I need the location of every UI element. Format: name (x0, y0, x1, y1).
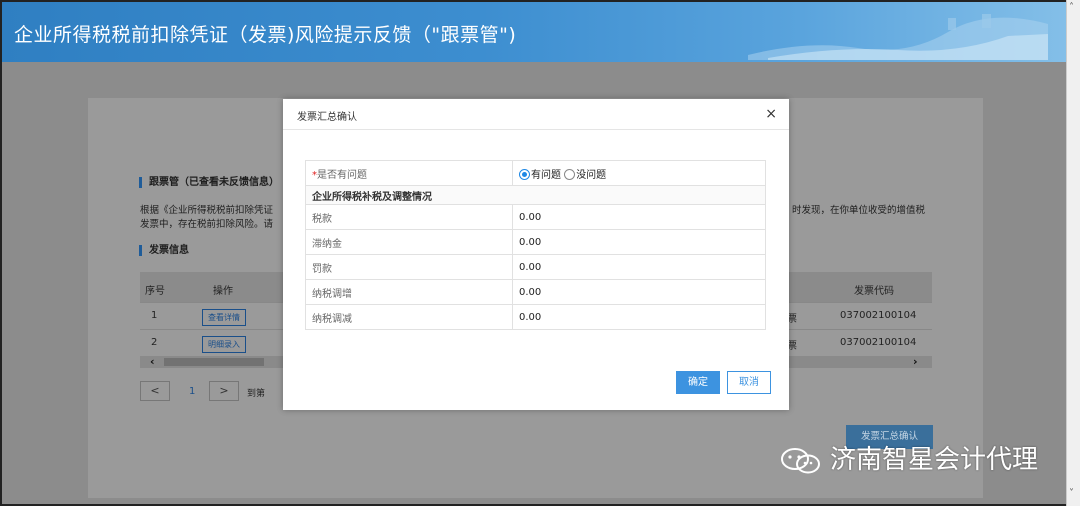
scroll-left-icon[interactable]: ‹ (150, 355, 155, 368)
page-title: 企业所得税税前扣除凭证（发票)风险提示反馈（"跟票管") (14, 24, 517, 46)
col-seq: 序号 (145, 286, 165, 297)
adjustment-form: *是否有问题 有问题 没问题 企业所得税补税及调整情况 税款 0.00 滞纳金 … (305, 160, 766, 330)
notice-text-right-1: 时发现，在你单位收受的增值税 (792, 205, 926, 216)
scroll-thumb[interactable] (164, 358, 264, 366)
field-label-increase: 纳税调增 (305, 279, 513, 305)
question-options: 有问题 没问题 (512, 160, 766, 186)
watermark-text: 济南智星会计代理 (830, 445, 1039, 475)
row-2-entry-button[interactable]: 明细录入 (202, 336, 246, 353)
row-2-seq: 2 (151, 337, 158, 348)
question-row: *是否有问题 有问题 没问题 (305, 160, 766, 186)
browser-frame: 企业所得税税前扣除凭证（发票)风险提示反馈（"跟票管") 跟票管（已查看未反馈信… (0, 0, 1080, 506)
radio-yes-icon[interactable] (519, 168, 530, 180)
confirm-button[interactable]: 确定 (676, 371, 720, 394)
close-icon[interactable]: × (765, 106, 777, 122)
field-label-decrease: 纳税调减 (305, 304, 513, 330)
section-label: 企业所得税补税及调整情况 (305, 185, 766, 205)
section-row: 企业所得税补税及调整情况 (305, 185, 766, 205)
dialog-header: 发票汇总确认 × (283, 99, 789, 130)
field-value-increase[interactable]: 0.00 (512, 279, 766, 305)
row-1-detail-button[interactable]: 查看详情 (202, 309, 246, 326)
invoice-summary-dialog: 发票汇总确认 × *是否有问题 有问题 没问题 企业所得税补税及调整情况 税款 … (283, 99, 789, 410)
scroll-down-icon[interactable]: ˅ (1069, 488, 1074, 499)
field-label-tax: 税款 (305, 204, 513, 230)
field-label-late-fee: 滞纳金 (305, 229, 513, 255)
question-text: 是否有问题 (317, 169, 367, 181)
field-value-tax[interactable]: 0.00 (512, 204, 766, 230)
cancel-button[interactable]: 取消 (727, 371, 771, 394)
notice-text-left-1: 根据《企业所得税税前扣除凭证 (140, 205, 274, 216)
pager-prev-button[interactable]: < (140, 381, 170, 401)
scroll-up-icon[interactable]: ˄ (1069, 2, 1074, 13)
field-row: 税款 0.00 (305, 204, 766, 230)
field-row: 滞纳金 0.00 (305, 229, 766, 255)
header-banner: 企业所得税税前扣除凭证（发票)风险提示反馈（"跟票管") (2, 2, 1068, 62)
row-2-code: 037002100104 (840, 337, 917, 348)
notice-text-left-2: 发票中，存在税前扣除风险。请 (140, 219, 274, 230)
scroll-right-icon[interactable]: › (913, 355, 918, 368)
dialog-title: 发票汇总确认 (297, 112, 357, 123)
row-1-code: 037002100104 (840, 310, 917, 321)
field-row: 纳税调增 0.00 (305, 279, 766, 305)
pager-next-button[interactable]: > (209, 381, 239, 401)
section-title-pending: 跟票管（已查看未反馈信息） (139, 177, 279, 188)
field-label-fine: 罚款 (305, 254, 513, 280)
page-vertical-scrollbar[interactable]: ˄ ˅ (1066, 0, 1080, 506)
radio-no-label[interactable]: 没问题 (576, 170, 606, 181)
section-title-invoices: 发票信息 (139, 245, 189, 256)
field-row: 罚款 0.00 (305, 254, 766, 280)
radio-no-icon[interactable] (564, 168, 576, 180)
field-value-fine[interactable]: 0.00 (512, 254, 766, 280)
radio-yes-label[interactable]: 有问题 (531, 170, 561, 181)
question-label: *是否有问题 (305, 160, 513, 186)
field-value-decrease[interactable]: 0.00 (512, 304, 766, 330)
row-1-seq: 1 (151, 310, 158, 321)
pager-goto-label: 到第 (247, 389, 266, 399)
field-value-late-fee[interactable]: 0.00 (512, 229, 766, 255)
col-code: 发票代码 (854, 286, 894, 297)
watermark: 济南智星会计代理 (780, 440, 1050, 480)
great-wall-decoration (748, 14, 1048, 60)
col-action: 操作 (213, 286, 233, 297)
pager-current-page[interactable]: 1 (189, 386, 195, 397)
field-row: 纳税调减 0.00 (305, 304, 766, 330)
wechat-icon (781, 448, 820, 474)
